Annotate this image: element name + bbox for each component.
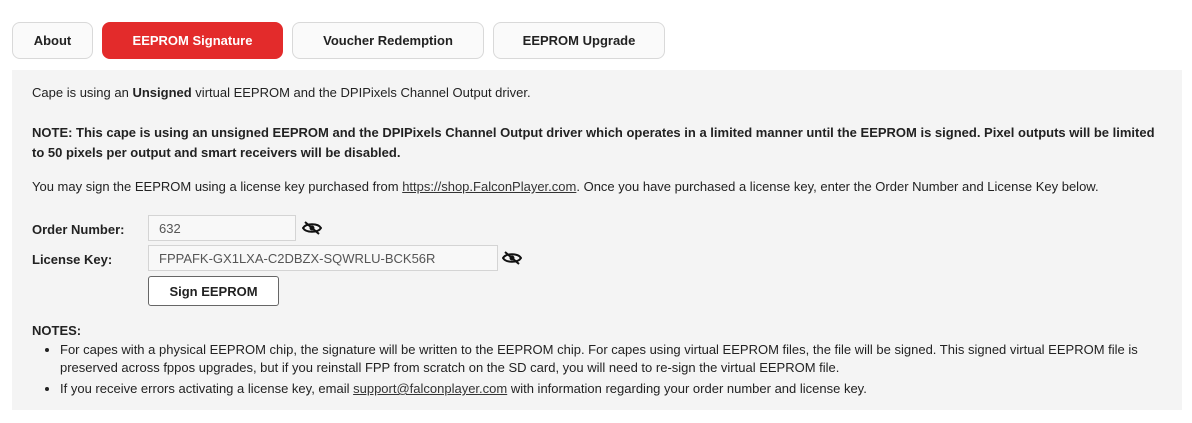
- status-suffix: virtual EEPROM and the DPIPixels Channel…: [191, 85, 531, 100]
- tab-eeprom-upgrade[interactable]: EEPROM Upgrade: [493, 22, 665, 59]
- shop-link[interactable]: https://shop.FalconPlayer.com: [402, 179, 576, 194]
- eeprom-signature-panel: Cape is using an Unsigned virtual EEPROM…: [12, 70, 1182, 410]
- license-key-label: License Key:: [32, 252, 113, 267]
- eeprom-status-text: Cape is using an Unsigned virtual EEPROM…: [32, 85, 531, 100]
- sign-eeprom-button[interactable]: Sign EEPROM: [148, 276, 279, 306]
- list-item: For capes with a physical EEPROM chip, t…: [60, 341, 1177, 377]
- unsigned-note: NOTE: This cape is using an unsigned EEP…: [32, 125, 1155, 160]
- eye-slash-icon[interactable]: [301, 221, 323, 235]
- tab-about[interactable]: About: [12, 22, 93, 59]
- support-email-link[interactable]: support@falconplayer.com: [353, 381, 507, 396]
- tab-voucher-redemption[interactable]: Voucher Redemption: [292, 22, 484, 59]
- status-state: Unsigned: [132, 85, 192, 100]
- sign-instructions: You may sign the EEPROM using a license …: [32, 178, 1172, 196]
- sign-text-after: . Once you have purchased a license key,…: [576, 179, 1099, 194]
- note-text-before: If you receive errors activating a licen…: [60, 381, 354, 396]
- notes-list: For capes with a physical EEPROM chip, t…: [32, 341, 1177, 401]
- order-number-label: Order Number:: [32, 222, 125, 237]
- sign-text-before: You may sign the EEPROM using a license …: [32, 179, 403, 194]
- order-number-input[interactable]: [148, 215, 296, 241]
- note-text-after: with information regarding your order nu…: [507, 381, 867, 396]
- list-item: If you receive errors activating a licen…: [60, 380, 1177, 398]
- eye-slash-icon[interactable]: [501, 251, 523, 265]
- notes-heading: NOTES:: [32, 323, 82, 338]
- tab-bar: About EEPROM Signature Voucher Redemptio…: [12, 22, 1180, 59]
- tab-eeprom-signature[interactable]: EEPROM Signature: [102, 22, 283, 59]
- license-key-input[interactable]: [148, 245, 498, 271]
- status-prefix: Cape is using an: [32, 85, 133, 100]
